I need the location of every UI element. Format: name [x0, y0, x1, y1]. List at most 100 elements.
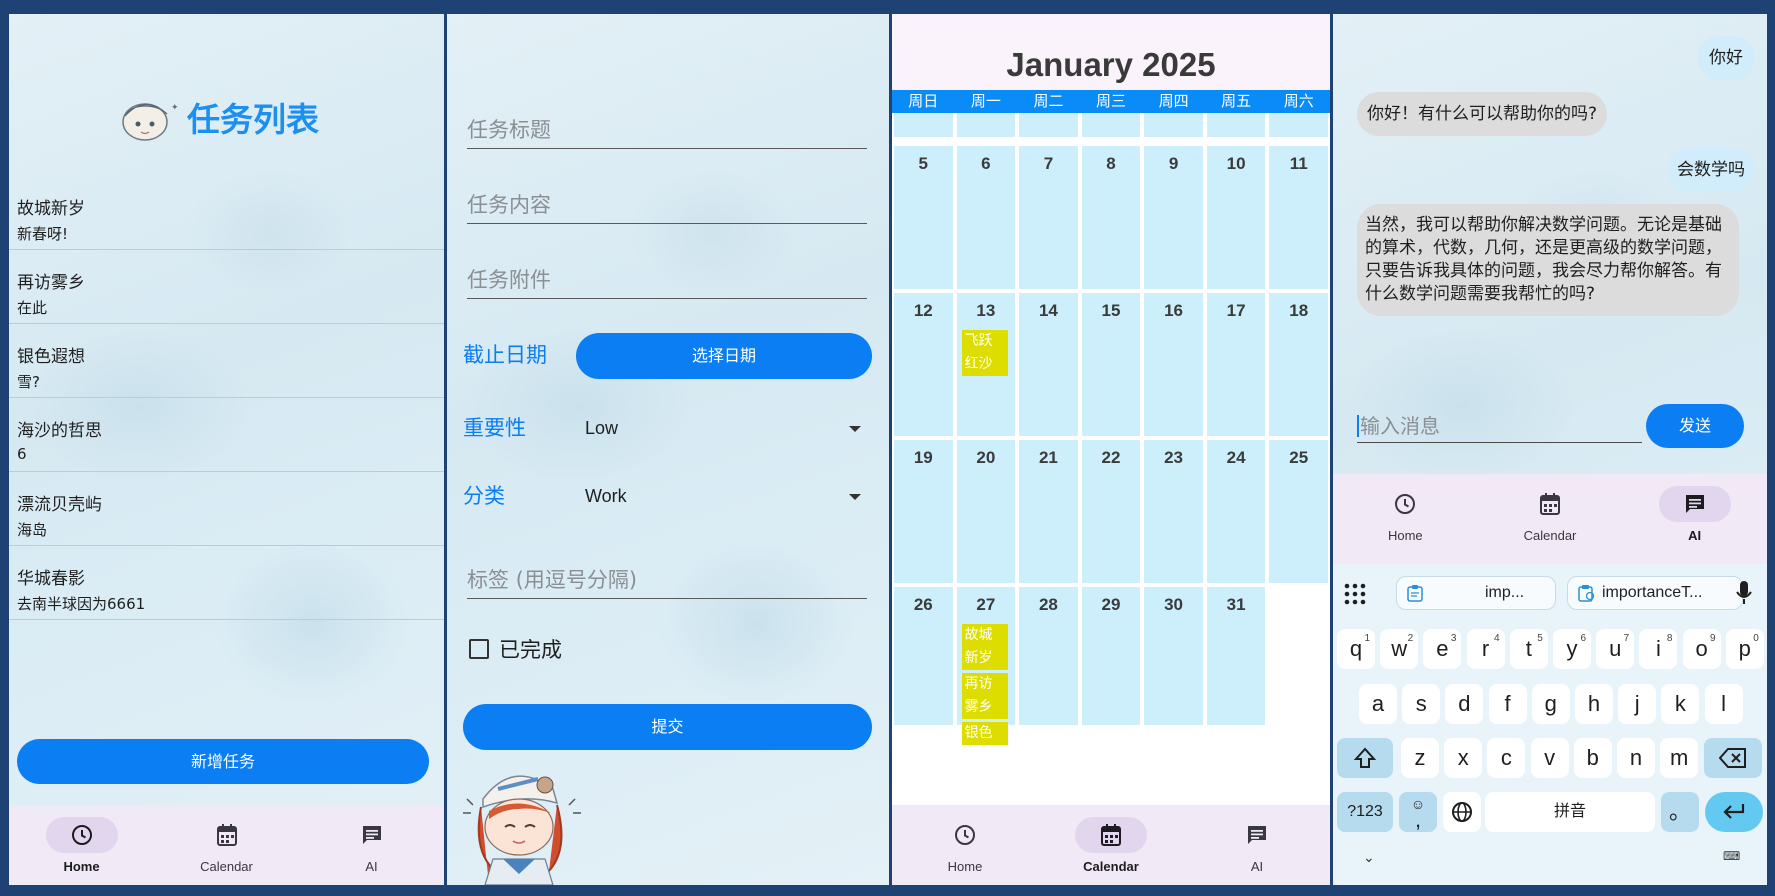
nav-home[interactable]: Home	[9, 805, 154, 885]
key-p[interactable]: p0	[1725, 629, 1764, 669]
key-y[interactable]: y6	[1553, 629, 1591, 669]
key-u[interactable]: u7	[1596, 629, 1635, 669]
key-s[interactable]: s	[1402, 684, 1441, 724]
pick-date-button[interactable]: 选择日期	[576, 333, 872, 379]
calendar-day-cell[interactable]: 24	[1206, 440, 1266, 583]
calendar-day-cell[interactable]: 12	[894, 293, 953, 436]
period-key[interactable]: 。	[1661, 792, 1699, 832]
list-item[interactable]: 故城新岁 新春呀!	[9, 176, 444, 250]
key-d[interactable]: d	[1445, 684, 1484, 724]
calendar-day-cell[interactable]: 16	[1144, 293, 1203, 436]
key-j[interactable]: j	[1618, 684, 1657, 724]
calendar-day-cell[interactable]: 20	[956, 440, 1016, 583]
calendar-day-cell[interactable]: 5	[894, 146, 953, 289]
calendar-day-cell[interactable]	[1144, 113, 1203, 137]
task-title-field[interactable]: 任务标题	[467, 114, 867, 149]
completed-checkbox-row[interactable]: 已完成	[469, 634, 562, 664]
calendar-day-cell[interactable]: 26	[894, 587, 953, 725]
nav-ai[interactable]: AI	[1622, 474, 1767, 564]
task-content-field[interactable]: 任务内容	[467, 189, 867, 224]
calendar-event[interactable]: 飞跃 红沙	[961, 330, 1009, 376]
shift-key[interactable]	[1337, 738, 1393, 778]
key-f[interactable]: f	[1488, 684, 1527, 724]
add-task-button[interactable]: 新增任务	[17, 739, 429, 784]
language-key[interactable]	[1443, 792, 1481, 832]
completed-checkbox[interactable]	[469, 639, 489, 659]
clipboard-suggestion[interactable]: imp...	[1396, 576, 1556, 610]
key-i[interactable]: i8	[1639, 629, 1678, 669]
key-m[interactable]: m	[1660, 738, 1699, 778]
category-dropdown[interactable]: Work	[585, 486, 861, 507]
microphone-icon[interactable]	[1736, 580, 1752, 606]
key-n[interactable]: n	[1617, 738, 1655, 778]
calendar-day-cell[interactable]: 19	[894, 440, 953, 583]
submit-button[interactable]: 提交	[463, 704, 872, 750]
calendar-day-cell[interactable]: 21	[1019, 440, 1078, 583]
key-h[interactable]: h	[1575, 684, 1613, 724]
nav-home[interactable]: Home	[892, 805, 1038, 885]
key-l[interactable]: l	[1704, 684, 1743, 724]
message-input[interactable]: 输入消息	[1357, 410, 1642, 443]
nav-calendar[interactable]: Calendar	[154, 805, 299, 885]
calendar-day-cell[interactable]: 23	[1144, 440, 1203, 583]
calendar-day-cell[interactable]	[1269, 113, 1328, 137]
nav-home[interactable]: Home	[1333, 474, 1478, 564]
symbols-key[interactable]: ?123	[1337, 792, 1393, 832]
backspace-key[interactable]	[1704, 738, 1762, 778]
calendar-day-cell[interactable]: 11	[1269, 146, 1328, 289]
key-q[interactable]: q1	[1337, 629, 1375, 669]
space-key[interactable]: 拼音	[1485, 792, 1655, 832]
key-c[interactable]: c	[1487, 738, 1526, 778]
key-t[interactable]: t5	[1509, 629, 1548, 669]
calendar-day-cell[interactable]: 31	[1206, 587, 1266, 725]
list-item[interactable]: 银色遐想 雪?	[9, 324, 444, 398]
calendar-day-cell[interactable]: 9	[1144, 146, 1203, 289]
calendar-day-cell[interactable]: 15	[1081, 293, 1141, 436]
key-b[interactable]: b	[1573, 738, 1612, 778]
calendar-event[interactable]: 再访 雾乡	[961, 673, 1009, 719]
nav-ai[interactable]: AI	[1184, 805, 1330, 885]
calendar-event[interactable]: 故城 新岁	[961, 624, 1009, 670]
key-a[interactable]: a	[1359, 684, 1397, 724]
calendar-day-cell[interactable]	[1206, 113, 1266, 137]
hide-keyboard-icon[interactable]: ⌄	[1363, 850, 1375, 866]
key-w[interactable]: w2	[1380, 629, 1419, 669]
calendar-day-cell[interactable]	[1081, 113, 1141, 137]
calendar-day-cell[interactable]: 30	[1144, 587, 1203, 725]
send-button[interactable]: 发送	[1646, 404, 1744, 448]
key-r[interactable]: r4	[1466, 629, 1505, 669]
list-item[interactable]: 华城春影 去南半球因为6661	[9, 546, 444, 620]
calendar-day-cell[interactable]	[956, 113, 1016, 137]
importance-dropdown[interactable]: Low	[585, 418, 861, 439]
calendar-day-cell[interactable]: 17	[1206, 293, 1266, 436]
calendar-day-cell[interactable]: 22	[1081, 440, 1141, 583]
list-item[interactable]: 再访雾乡 在此	[9, 250, 444, 324]
clipboard-suggestion[interactable]: importanceT...	[1567, 576, 1743, 610]
calendar-day-cell[interactable]: 14	[1019, 293, 1078, 436]
calendar-day-cell[interactable]	[1019, 113, 1078, 137]
key-o[interactable]: o9	[1682, 629, 1721, 669]
key-k[interactable]: k	[1661, 684, 1700, 724]
calendar-day-cell[interactable]: 18	[1269, 293, 1328, 436]
calendar-day-cell[interactable]: 25	[1269, 440, 1328, 583]
tags-field[interactable]: 标签 (用逗号分隔)	[467, 564, 867, 599]
key-v[interactable]: v	[1530, 738, 1569, 778]
enter-key[interactable]	[1705, 792, 1763, 832]
calendar-day-cell[interactable]: 6	[956, 146, 1016, 289]
calendar-day-cell[interactable]: 28	[1019, 587, 1078, 725]
nav-calendar[interactable]: Calendar	[1038, 805, 1184, 885]
emoji-comma-key[interactable]: ☺,	[1399, 792, 1437, 832]
calendar-day-cell[interactable]: 8	[1081, 146, 1141, 289]
list-item[interactable]: 海沙的哲思 6	[9, 398, 444, 472]
list-item[interactable]: 漂流贝壳屿 海岛	[9, 472, 444, 546]
apps-grid-icon[interactable]	[1343, 582, 1367, 606]
calendar-day-cell[interactable]: 10	[1206, 146, 1266, 289]
nav-ai[interactable]: AI	[299, 805, 444, 885]
key-e[interactable]: e3	[1423, 629, 1462, 669]
key-z[interactable]: z	[1401, 738, 1439, 778]
nav-calendar[interactable]: Calendar	[1478, 474, 1623, 564]
key-x[interactable]: x	[1444, 738, 1483, 778]
task-attachment-field[interactable]: 任务附件	[467, 264, 867, 299]
calendar-day-cell[interactable]: 7	[1019, 146, 1078, 289]
key-g[interactable]: g	[1531, 684, 1570, 724]
